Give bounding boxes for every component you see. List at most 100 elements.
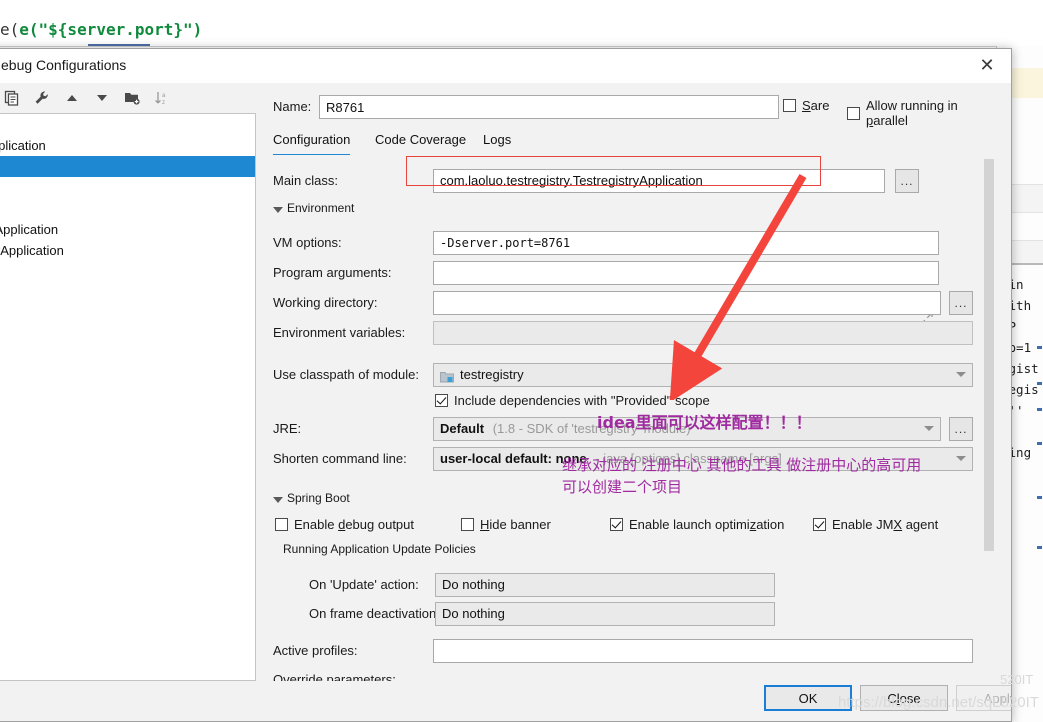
share-checkbox-box [783,99,796,112]
list-item-label: TestclientApplication [0,138,46,153]
chevron-down-icon [273,207,283,213]
copy-configuration-icon[interactable] [1,87,23,109]
enable-launch-optimization-checkbox[interactable]: Enable launch optimization [610,517,784,532]
main-class-label: Main class: [273,173,339,188]
active-profiles-input[interactable] [433,639,973,663]
main-class-browse-button[interactable]: ... [895,169,919,193]
module-icon [440,369,454,383]
allow-parallel-checkbox-box [847,106,860,120]
tab-configuration[interactable]: Configuration [273,127,351,157]
spring-boot-section-label: Spring Boot [287,491,356,505]
name-row: Name: Sare Allow running in parallel [265,95,1001,128]
configuration-right-pane: Name: Sare Allow running in parallel Con… [265,83,1001,681]
list-item-testgatewayapplication[interactable]: TestgatewayApplication [0,240,255,261]
close-icon[interactable]: ✕ [975,54,999,78]
move-up-icon[interactable] [61,87,83,109]
sort-alphabetically-icon[interactable]: az [151,87,173,109]
enable-debug-output-label: Enable debug output [294,517,415,532]
override-parameters-label: Override parameters: [273,672,396,681]
on-frame-deactivation-combo[interactable]: Do nothing [435,602,775,626]
program-arguments-input[interactable] [433,261,939,285]
tab-logs[interactable]: Logs [483,127,511,154]
jre-combo[interactable]: Default (1.8 - SDK of 'testregistry' mod… [433,417,941,441]
name-label: Name: [273,99,312,114]
vm-options-input[interactable]: -Dserver.port=8761 [433,231,939,255]
hide-banner-checkbox[interactable]: Hide banner [461,517,551,532]
environment-variables-input[interactable] [433,321,973,345]
vm-options-label: VM options: [273,235,342,250]
svg-text:a: a [162,93,166,99]
share-checkbox[interactable]: Sare [783,98,829,113]
list-item-label: TestregistryApplication [0,222,59,237]
edit-templates-wrench-icon[interactable] [31,87,53,109]
ok-button[interactable]: OK [764,685,852,711]
working-directory-browse-button[interactable]: ... [949,291,973,315]
active-profiles-row: Active profiles: [265,639,1001,663]
list-item-testclientapplication[interactable]: TestclientApplication [0,135,255,156]
close-button[interactable]: Close [860,685,948,711]
include-provided-dependencies-checkbox[interactable]: Include dependencies with "Provided" sco… [435,393,710,408]
background-scroll-markers [1037,346,1042,702]
vm-options-row: VM options: -Dserver.port=8761 [265,231,1001,326]
jre-row: JRE: Default (1.8 - SDK of 'testregistry… [265,417,1001,441]
move-down-icon[interactable] [91,87,113,109]
on-update-action-combo[interactable]: Do nothing [435,573,775,597]
allow-parallel-label: Allow running in parallel [866,98,958,128]
running-application-update-policies-group: Running Application Update Policies [283,542,969,559]
enable-debug-output-box [275,518,288,531]
shorten-command-line-label: Shorten command line: [273,451,407,466]
form-scrollbar-thumb[interactable] [984,159,994,551]
background-code-line: e(e("${server.port}") [0,20,203,39]
configurations-list[interactable]: ring Boot TestclientApplication R8761 80… [0,113,256,681]
on-update-action-label: On 'Update' action: [309,577,419,592]
allow-running-in-parallel-checkbox[interactable]: Allow running in parallel [847,98,1001,128]
spring-boot-section-header[interactable]: Spring Boot [273,491,993,507]
shorten-command-line-combo[interactable]: user-local default: none - java [options… [433,447,973,471]
dialog-titlebar: ebug Configurations ✕ [0,49,1011,83]
section-divider [273,209,993,210]
close-button-label: Close [887,690,921,706]
use-classpath-label: Use classpath of module: [273,367,419,382]
list-item-label: TestgatewayApplication [0,243,64,258]
enable-debug-output-checkbox[interactable]: Enable debug output [275,517,414,532]
enable-jmx-agent-box [813,518,826,531]
configuration-form: Main class: com.laoluo.testregistry.Test… [265,155,1001,681]
include-provided-checkbox-box [435,394,448,407]
jre-hint: (1.8 - SDK of 'testregistry' module) [492,421,691,436]
program-arguments-row: Program arguments: [265,261,1001,386]
use-classpath-combo[interactable]: testregistry [433,363,973,387]
list-item-8001[interactable]: 8001 [0,198,255,219]
environment-section-header[interactable]: Environment [273,201,993,217]
hide-banner-label: Hide banner [480,517,551,532]
background-editor-separator [0,46,1043,47]
configurations-toolbar: az [0,83,256,113]
enable-launch-optimization-box [610,518,623,531]
list-item-testregistryapplication[interactable]: TestregistryApplication [0,219,255,240]
chevron-down-icon[interactable] [956,372,966,377]
run-debug-configurations-dialog: ebug Configurations ✕ az ri [0,48,1012,722]
working-directory-label: Working directory: [273,295,378,310]
program-arguments-label: Program arguments: [273,265,392,280]
section-divider [273,499,993,500]
form-scrollbar[interactable] [983,159,995,635]
active-profiles-label: Active profiles: [273,643,358,658]
new-folder-icon[interactable] [121,87,143,109]
override-parameters-row: Override parameters: [265,668,1001,681]
chevron-down-icon[interactable] [924,426,934,431]
list-item-r8761[interactable]: R8761 [0,156,255,177]
main-class-row: Main class: com.laoluo.testregistry.Test… [265,169,1001,193]
update-policies-label: Running Application Update Policies [283,542,482,556]
working-directory-input[interactable] [433,291,941,315]
name-input[interactable] [319,95,779,119]
main-class-input[interactable]: com.laoluo.testregistry.TestregistryAppl… [433,169,885,193]
chevron-down-icon[interactable] [956,456,966,461]
use-classpath-of-module-row: Use classpath of module: testregistry [265,363,1001,387]
jre-browse-button[interactable]: ... [949,417,973,441]
shorten-command-line-row: Shorten command line: user-local default… [265,447,1001,471]
tab-code-coverage[interactable]: Code Coverage [375,127,466,154]
enable-jmx-agent-checkbox[interactable]: Enable JMX agent [813,517,938,532]
list-item-8000[interactable]: 8000 [0,177,255,198]
include-provided-label: Include dependencies with "Provided" sco… [454,393,710,408]
enable-launch-optimization-label: Enable launch optimization [629,517,785,532]
use-classpath-value: testregistry [460,367,524,382]
